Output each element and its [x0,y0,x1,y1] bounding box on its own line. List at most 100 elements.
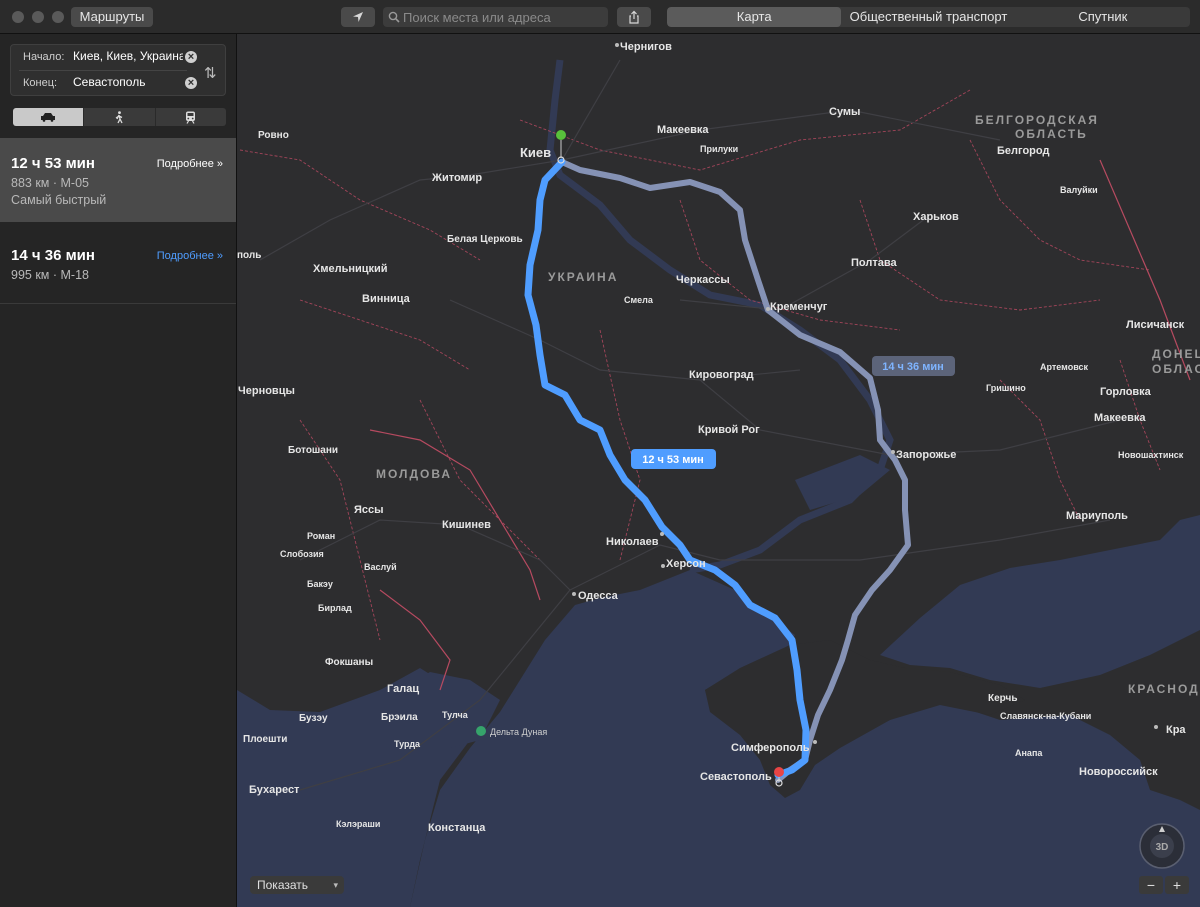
map-canvas[interactable]: 12 ч 53 мин 14 ч 36 мин УКРАИНА МОЛДОВА … [237,34,1200,907]
swap-icon[interactable]: ⇅ [204,64,217,82]
walking-icon [116,110,124,123]
city-label: Прилуки [700,144,738,154]
city-label: Слобозия [280,549,324,559]
tab-transit[interactable]: Общественный транспорт [841,7,1015,27]
city-label: Гришино [986,383,1026,393]
city-label: Мариуполь [1066,510,1128,522]
route-option-alt[interactable]: 14 ч 36 мин 995 км · M-18 Подробнее » [0,222,236,304]
city-label: Валуйки [1060,185,1098,195]
city-label: Смела [624,295,654,305]
alt-route-label[interactable]: 14 ч 36 мин [872,356,955,376]
city-label: Керчь [988,693,1017,704]
region-label: ОБЛАСТЬ [1152,362,1200,376]
city-label: Брэила [381,712,418,723]
end-field[interactable]: Севастополь [73,75,183,89]
city-label: Бухарест [249,784,300,796]
chevron-down-icon: ▾ [333,880,338,890]
routes-button[interactable]: Маршруты [71,7,153,27]
city-label: Белгород [997,145,1049,157]
city-label: Симферополь [731,742,810,754]
show-dropdown-label: Показать [257,878,309,892]
driving-tab[interactable] [13,108,84,126]
zoom-out-icon: − [1147,877,1155,893]
city-label: Кривой Рог [698,424,760,436]
routes-sidebar: Начало: Киев, Киев, Украина × Конец: Сев… [0,34,237,907]
zoom-in-icon: + [1173,877,1181,893]
search-input[interactable] [403,7,603,27]
city-label: Черновцы [238,385,295,397]
city-label: Бузэу [299,713,328,724]
route-option-fastest[interactable]: 12 ч 53 мин 883 км · M-05 Самый быстрый … [0,138,236,222]
city-label: Славянск-на-Кубани [1000,711,1091,721]
city-label: Галац [387,683,419,695]
end-label: Конец: [23,77,58,89]
city-label: Васлуй [364,562,397,572]
city-label: Яссы [354,504,384,516]
train-icon [186,111,196,124]
city-label: Чернигов [620,41,672,53]
route-details-link[interactable]: Подробнее » [157,158,223,170]
walking-tab[interactable] [83,108,154,126]
end-row: Конец: Севастополь × [11,71,201,96]
city-label: Фокшаны [325,657,373,668]
city-label: Кэлэраши [336,819,380,829]
city-label: Бирлад [318,603,352,613]
city-label: Житомир [431,172,482,184]
start-field[interactable]: Киев, Киев, Украина [73,49,183,63]
city-label: поль [237,250,261,261]
minimize-window-button[interactable] [32,11,44,23]
city-label: Полтава [851,257,897,269]
compass-3d-label: 3D [1156,842,1169,853]
city-label: Кременчуг [770,301,828,313]
city-label: Ботошани [288,445,338,456]
route-details-link[interactable]: Подробнее » [157,250,223,262]
region-label: МОЛДОВА [376,467,452,481]
region-label: ДОНЕЦКАЯ [1152,347,1200,361]
clear-end-icon[interactable]: × [185,77,197,89]
city-label: Анапа [1015,748,1043,758]
route-note: Самый быстрый [11,193,107,207]
current-location-button[interactable] [341,7,375,27]
city-label: Ровно [258,130,289,141]
city-label: Роман [307,531,335,541]
show-dropdown[interactable]: Показать ▾ [250,876,344,894]
car-icon [41,113,56,122]
city-label: Бакэу [307,579,333,589]
start-row: Начало: Киев, Киев, Украина × [11,45,201,70]
map-mode-tabs: Карта Общественный транспорт Спутник [667,7,1190,27]
route-endpoints: Начало: Киев, Киев, Украина × Конец: Сев… [10,44,226,96]
city-label: Харьков [913,211,959,223]
city-label: Хмельницкий [313,263,388,275]
city-label: Запорожье [896,449,956,461]
tab-map[interactable]: Карта [667,7,842,27]
route-distance: 883 км · M-05 [11,176,89,190]
toolbar: Маршруты Карта Общественный транспорт Сп… [0,0,1200,34]
city-label: Кишинев [442,519,491,531]
search-field[interactable] [383,7,608,27]
city-label: Киев [520,145,551,160]
city-label: Белая Церковь [447,234,523,245]
city-label: Черкассы [676,274,730,286]
route-distance: 995 км · M-18 [11,268,89,282]
start-label: Начало: [23,51,65,63]
close-window-button[interactable] [12,11,24,23]
share-button[interactable] [617,7,651,27]
zoom-window-button[interactable] [52,11,64,23]
city-label: Новороссийск [1079,766,1158,778]
city-label: Лисичанск [1126,319,1185,331]
region-label: УКРАИНА [548,270,618,284]
location-arrow-icon [353,12,363,22]
city-label: Макеевка [1094,412,1146,424]
city-label: Винница [362,293,411,305]
tab-satellite[interactable]: Спутник [1016,7,1190,27]
city-label: Одесса [578,590,619,602]
transport-mode-tabs [13,108,226,126]
primary-route-label[interactable]: 12 ч 53 мин [631,449,716,469]
city-label: Николаев [606,536,659,548]
compass-control[interactable]: 3D [1139,823,1185,869]
transit-tab[interactable] [154,108,226,126]
clear-start-icon[interactable]: × [185,51,197,63]
region-label: КРАСНОД [1128,682,1200,696]
region-label: ОБЛАСТЬ [1015,127,1088,141]
city-label: Турда [394,739,421,749]
